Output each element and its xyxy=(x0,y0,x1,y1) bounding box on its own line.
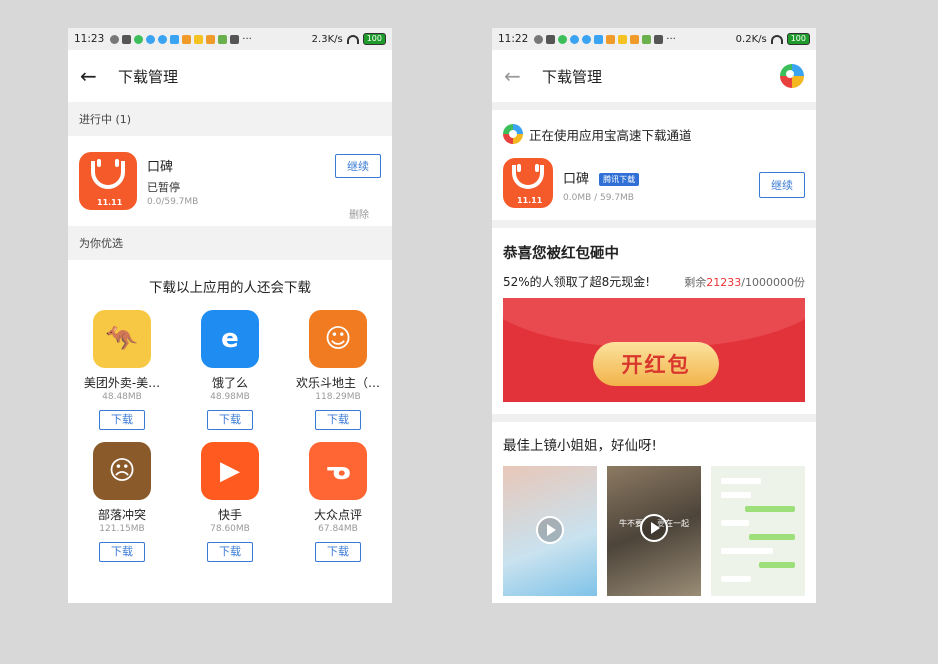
app-size: 78.60MB xyxy=(210,524,250,534)
app-name: 欢乐斗地主（… xyxy=(295,376,380,390)
koubei-app-icon: 11.11 xyxy=(503,158,553,208)
left-phone-screen: 11:23 ··· 2.3K/s 100 ← 下载管理 进行中 (1) 11.1… xyxy=(68,28,392,603)
app-name: 大众点评 xyxy=(313,508,362,522)
download-item[interactable]: 11.11 口碑 腾讯下载 0.0MB / 59.7MB 继续 xyxy=(492,158,816,220)
video-section-title: 最佳上镜小姐姐，好仙呀! xyxy=(503,438,657,454)
network-speed: 0.2K/s xyxy=(735,33,767,45)
download-status: 已暂停 xyxy=(147,180,180,194)
recommend-grid: 🦘 美团外卖-美… 48.48MB 下载 e 饿了么 48.98MB 下载 ☺ … xyxy=(68,310,392,562)
right-phone-screen: 11:22 ··· 0.2K/s 100 ← 下载管理 正在使用应用宝高速下载通… xyxy=(492,28,816,603)
status-time: 11:22 xyxy=(498,33,529,45)
battery-icon: 100 xyxy=(362,33,386,45)
network-speed: 2.3K/s xyxy=(311,33,343,45)
download-button[interactable]: 下载 xyxy=(207,542,253,562)
play-icon xyxy=(536,516,564,544)
app-size: 48.98MB xyxy=(210,392,250,402)
in-progress-header: 进行中 (1) xyxy=(68,102,392,136)
app-card[interactable]: ☹ 部落冲突 121.15MB 下载 xyxy=(68,442,176,562)
channel-text: 正在使用应用宝高速下载通道 xyxy=(529,127,692,143)
app-size: 48.48MB xyxy=(102,392,142,402)
hongbao-remaining: 剩余21233/1000000份 xyxy=(684,275,805,289)
recommend-title: 下载以上应用的人还会下载 xyxy=(149,280,311,296)
download-button[interactable]: 下载 xyxy=(315,542,361,562)
app-card[interactable]: ☺ 欢乐斗地主（… 118.29MB 下载 xyxy=(284,310,392,430)
app-name: 美团外卖-美… xyxy=(83,376,161,390)
app-card[interactable]: ▶ 快手 78.60MB 下载 xyxy=(176,442,284,562)
chat-screenshot-thumbnail[interactable] xyxy=(711,466,805,596)
app-size: 121.15MB xyxy=(99,524,145,534)
page-title: 下载管理 xyxy=(542,67,603,86)
app-name: 饿了么 xyxy=(211,376,248,390)
yingyongbao-icon xyxy=(503,124,523,144)
dianping-icon: ᓀ xyxy=(309,442,367,500)
app-size: 118.29MB xyxy=(315,392,361,402)
clash-of-clans-icon: ☹ xyxy=(93,442,151,500)
eleme-icon: e xyxy=(201,310,259,368)
yingyongbao-logo-icon[interactable] xyxy=(780,64,804,88)
download-item[interactable]: 11.11 口碑 已暂停 0.0/59.7MB 继续 删除 xyxy=(68,136,392,226)
download-button[interactable]: 下载 xyxy=(99,542,145,562)
video-thumbnail[interactable]: 牛不要 要在一起 xyxy=(607,466,701,596)
status-bar: 11:23 ··· 2.3K/s 100 xyxy=(68,28,392,50)
status-time: 11:23 xyxy=(74,33,105,45)
app-size: 67.84MB xyxy=(318,524,358,534)
red-envelope-banner[interactable]: 开红包 xyxy=(503,298,805,402)
meituan-waimai-icon: 🦘 xyxy=(93,310,151,368)
video-thumbnail[interactable] xyxy=(503,466,597,596)
wifi-icon xyxy=(346,34,359,44)
app-bar: ← 下载管理 xyxy=(68,50,392,102)
download-channel-notice: 正在使用应用宝高速下载通道 xyxy=(492,110,816,158)
notification-icons: ··· xyxy=(110,34,311,45)
download-button[interactable]: 下载 xyxy=(99,410,145,430)
battery-icon: 100 xyxy=(786,33,810,45)
koubei-app-icon: 11.11 xyxy=(79,152,137,210)
kuaishou-icon: ▶ xyxy=(201,442,259,500)
wifi-icon xyxy=(770,34,783,44)
download-app-name: 口碑 xyxy=(563,172,590,187)
open-hongbao-button[interactable]: 开红包 xyxy=(593,342,719,386)
for-you-header: 为你优选 xyxy=(68,226,392,260)
continue-button[interactable]: 继续 xyxy=(759,172,805,198)
app-bar: ← 下载管理 xyxy=(492,50,816,102)
download-size: 0.0/59.7MB xyxy=(147,196,199,207)
back-arrow-icon[interactable]: ← xyxy=(504,64,534,88)
app-name: 快手 xyxy=(217,508,242,522)
page-title: 下载管理 xyxy=(118,67,179,86)
delete-button[interactable]: 删除 xyxy=(349,206,369,221)
hongbao-subtitle: 52%的人领取了超8元现金! xyxy=(503,275,651,289)
play-icon xyxy=(640,514,668,542)
notification-icons: ··· xyxy=(534,34,735,45)
app-name: 部落冲突 xyxy=(97,508,146,522)
app-card[interactable]: ᓀ 大众点评 67.84MB 下载 xyxy=(284,442,392,562)
status-bar: 11:22 ··· 0.2K/s 100 xyxy=(492,28,816,50)
download-button[interactable]: 下载 xyxy=(315,410,361,430)
video-thumbnails: 牛不要 要在一起 xyxy=(492,466,816,596)
app-card[interactable]: 🦘 美团外卖-美… 48.48MB 下载 xyxy=(68,310,176,430)
hongbao-subtitle-row: 52%的人领取了超8元现金! 剩余21233/1000000份 xyxy=(492,273,816,290)
doudizhu-icon: ☺ xyxy=(309,310,367,368)
download-button[interactable]: 下载 xyxy=(207,410,253,430)
hongbao-title: 恭喜您被红包砸中 xyxy=(503,246,619,262)
back-arrow-icon[interactable]: ← xyxy=(80,64,110,88)
app-card[interactable]: e 饿了么 48.98MB 下载 xyxy=(176,310,284,430)
continue-button[interactable]: 继续 xyxy=(335,154,381,178)
tencent-download-badge: 腾讯下载 xyxy=(599,173,640,186)
